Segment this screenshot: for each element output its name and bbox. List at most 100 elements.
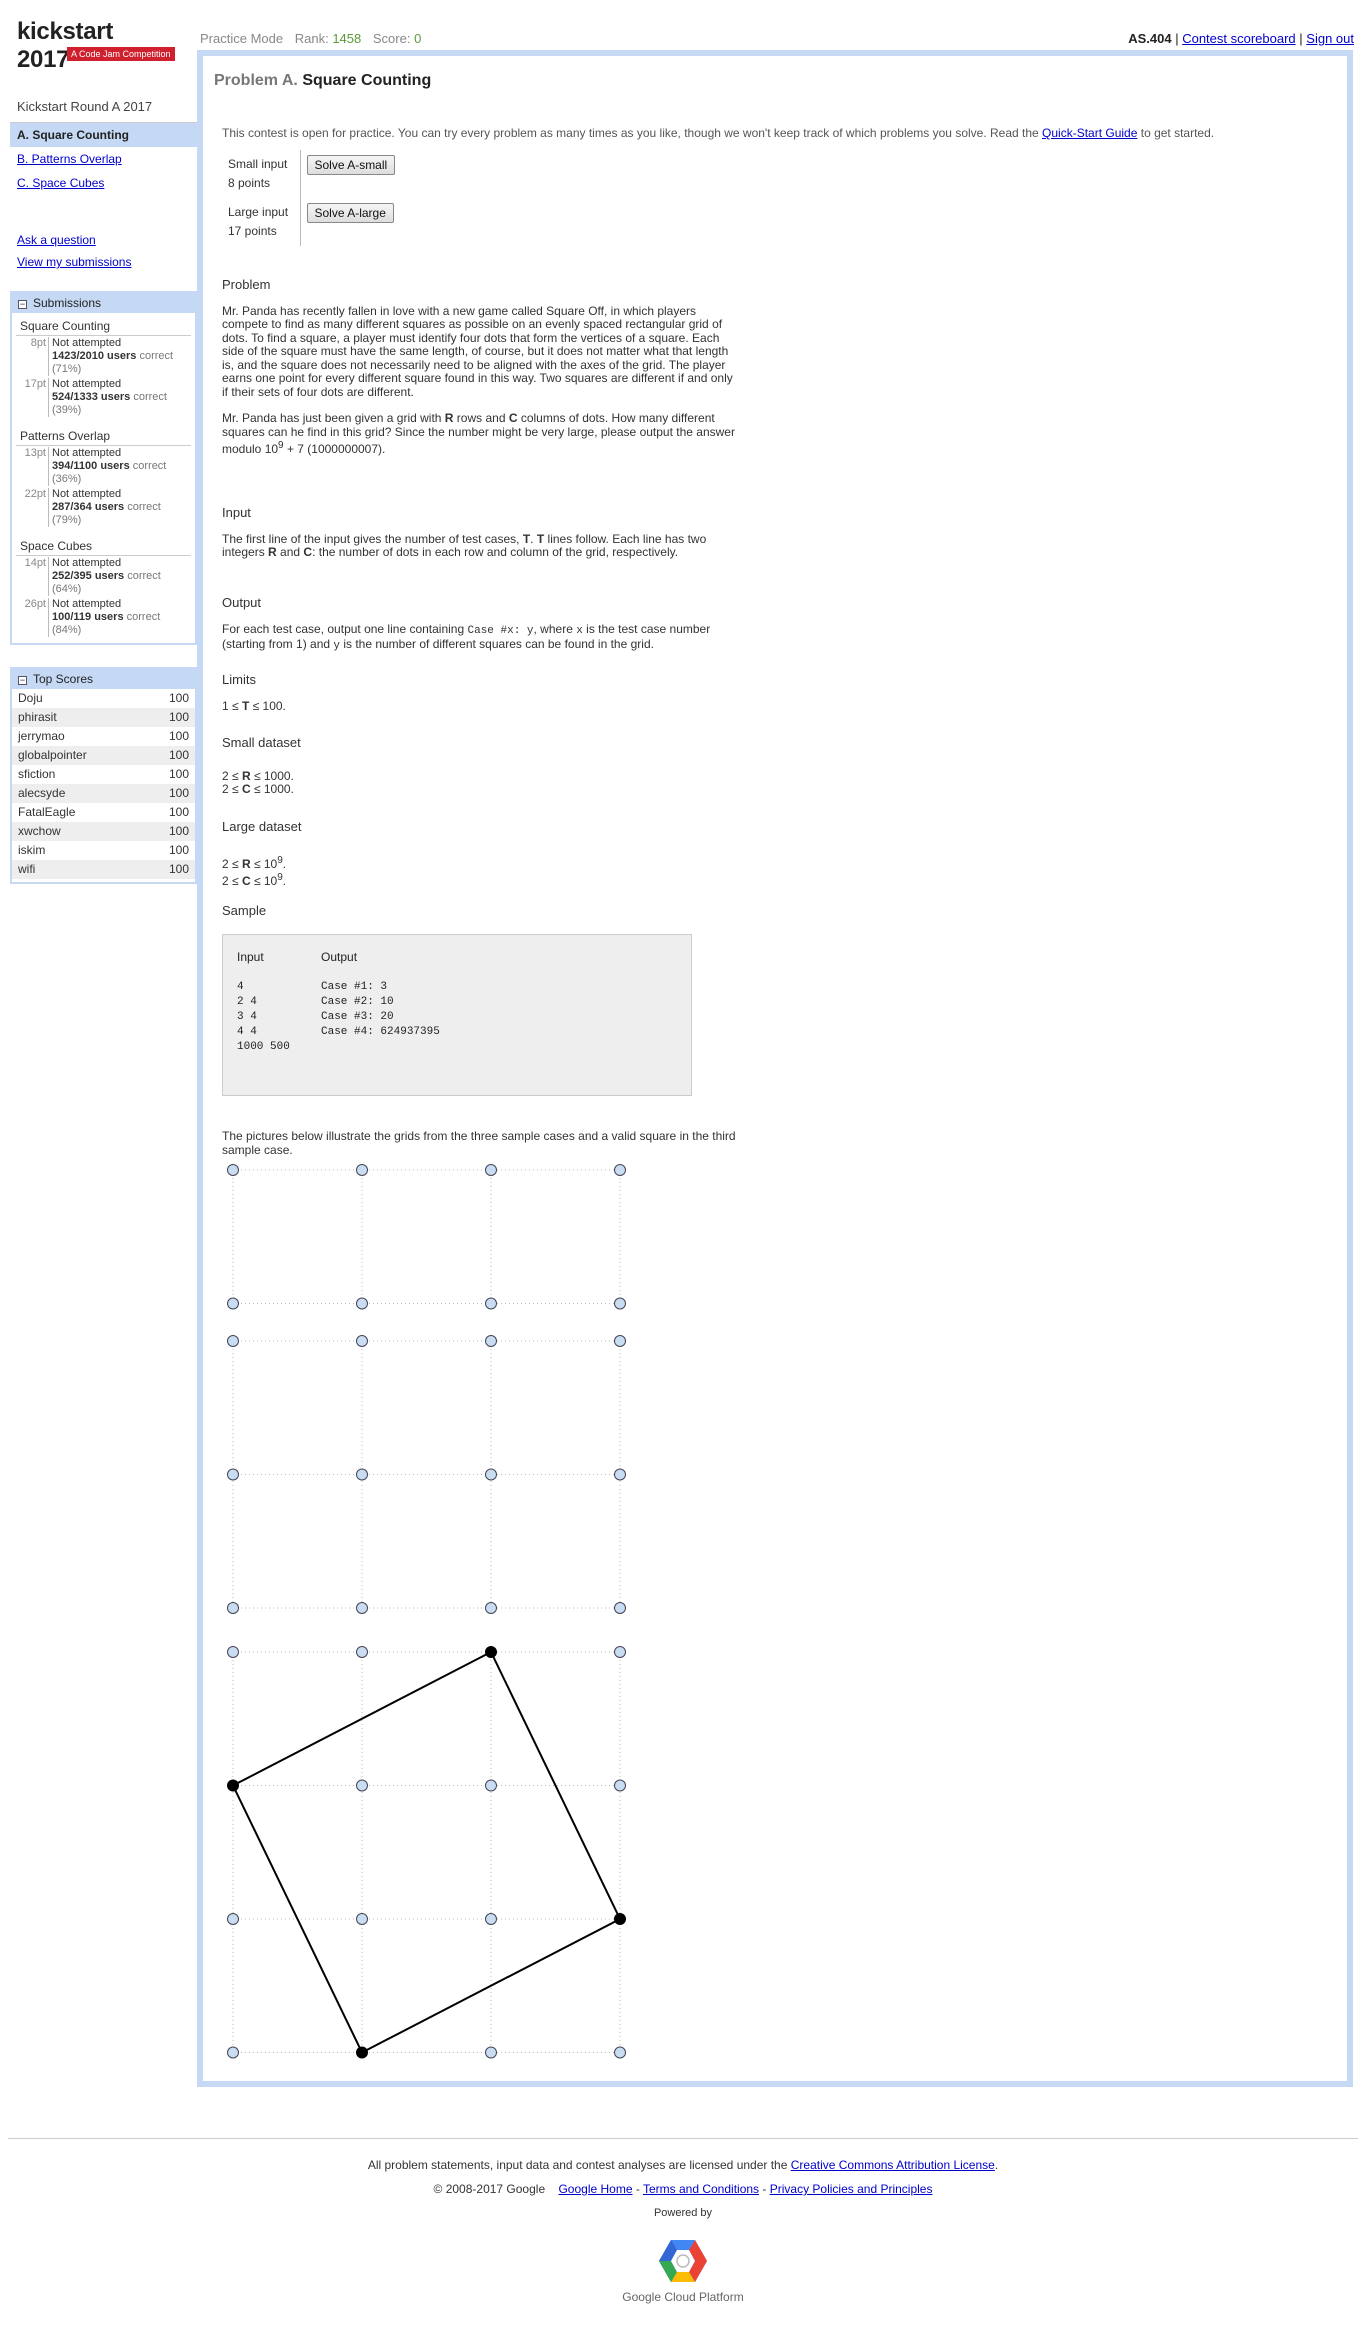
submission-points: 17pt (16, 378, 49, 417)
terms-link[interactable]: Terms and Conditions (643, 2182, 759, 2196)
sign-out-link[interactable]: Sign out (1306, 31, 1354, 46)
rank-value: 1458 (332, 31, 362, 46)
correct-label: correct (126, 611, 161, 623)
grid-dot (227, 1335, 239, 1347)
status-text: Not attempted (52, 447, 122, 459)
submission-row: 14pt Not attempted 252/395 users correct (6… (12, 556, 195, 597)
logo-subtitle: A Code Jam Competition (67, 47, 175, 61)
correct-count: 394/1100 users (52, 460, 130, 472)
square-vertex-dot (485, 1646, 497, 1658)
score-value: 0 (414, 31, 422, 46)
contestant-name: FatalEagle (18, 805, 76, 819)
correct-percent: (39%) (52, 404, 82, 416)
sample-grid (227, 1164, 626, 1310)
grid-dot (227, 1913, 239, 1925)
problem-link-c[interactable]: C. Space Cubes (10, 171, 197, 195)
view-submissions-link[interactable]: View my submissions (10, 251, 197, 273)
copyright-line: © 2008-2017 Google Google Home - Terms a… (0, 2182, 1366, 2196)
submissions-title: Submissions (33, 296, 102, 310)
top-score-row: globalpointer 100 (12, 746, 195, 765)
submission-row: 13pt Not attempted 394/1100 users correct (… (12, 446, 195, 487)
mode-label: Practice Mode (200, 31, 284, 46)
submission-problem-name: Square Counting (16, 313, 191, 336)
grid-dot (356, 1646, 368, 1658)
grid-dot (485, 1297, 497, 1310)
footer-dash: - (762, 2182, 767, 2196)
collapse-toggle-icon[interactable]: − (18, 676, 27, 685)
submission-problem-name: Space Cubes (16, 533, 191, 556)
contestant-name: phirasit (18, 710, 57, 724)
contestant-score: 100 (168, 691, 189, 705)
top-score-row: jerrymao 100 (12, 727, 195, 746)
footer-divider (8, 2138, 1358, 2139)
grid-dot (227, 1164, 239, 1176)
ask-question-link[interactable]: Ask a question (10, 229, 197, 251)
submission-points: 26pt (16, 598, 49, 637)
license-end: . (994, 2158, 999, 2172)
top-score-row: iskim 100 (12, 841, 195, 860)
grid-dot (227, 1602, 239, 1614)
contestant-score: 100 (168, 824, 189, 838)
correct-count: 287/364 users (52, 501, 125, 513)
contestant-score: 100 (168, 710, 189, 724)
kickstart-logo[interactable]: kickstart 2017 A Code Jam Competition (17, 18, 175, 73)
sample-grid (227, 1646, 626, 2059)
square-vertex-dot (614, 1913, 626, 1925)
correct-percent: (71%) (52, 363, 82, 375)
submission-row: 22pt Not attempted 287/364 users correct (7… (12, 487, 195, 528)
google-cloud-logo-icon (659, 2240, 707, 2282)
separator: | (1299, 31, 1303, 46)
problem-link-b[interactable]: B. Patterns Overlap (10, 147, 197, 171)
contestant-score: 100 (168, 843, 189, 857)
submission-points: 14pt (16, 557, 49, 596)
grid-dot (485, 1602, 497, 1614)
sample-grid-diagrams (227, 1164, 626, 2059)
submission-status: Not attempted 287/364 users correct (79%) (49, 488, 161, 527)
submission-problem-name: Patterns Overlap (16, 423, 191, 446)
cc-license-link[interactable]: Creative Commons Attribution License (791, 2158, 995, 2172)
grid-dot (614, 1602, 626, 1614)
contestant-score: 100 (168, 729, 189, 743)
footer-dash: - (635, 2182, 640, 2196)
problem-link-a[interactable]: A. Square Counting (10, 123, 197, 147)
license-line: All problem statements, input data and c… (0, 2158, 1366, 2172)
contestant-name: xwchow (18, 824, 61, 838)
submission-status: Not attempted 394/1100 users correct (36%) (49, 447, 166, 486)
correct-percent: (84%) (52, 624, 82, 636)
top-score-row: Doju 100 (12, 689, 195, 708)
correct-label: correct (127, 570, 161, 582)
submissions-list: Square Counting 8pt Not attempted 1423/2010… (12, 313, 195, 643)
username: AS.404 (1128, 31, 1172, 46)
correct-count: 1423/2010 users (52, 350, 137, 362)
grid-dot (485, 1335, 497, 1347)
logo-title: kickstart 2017 (17, 18, 114, 73)
grid-dot (356, 1913, 368, 1925)
correct-label: correct (139, 350, 174, 362)
user-bar: AS.404 | Contest scoreboard | Sign out (1128, 31, 1354, 46)
grid-dot (614, 1468, 626, 1481)
top-scores-list: Doju 100 phirasit 100 jerrymao 100 globalpoint… (12, 689, 195, 882)
submissions-header[interactable]: − Submissions (12, 293, 195, 313)
top-score-row: FatalEagle 100 (12, 803, 195, 822)
google-home-link[interactable]: Google Home (558, 2182, 632, 2196)
grid-dot (356, 1602, 368, 1614)
top-score-row: wifi 100 (12, 860, 195, 879)
correct-label: correct (133, 391, 167, 403)
contest-scoreboard-link[interactable]: Contest scoreboard (1182, 31, 1295, 46)
top-score-row: alecsyde 100 (12, 784, 195, 803)
privacy-link[interactable]: Privacy Policies and Principles (770, 2182, 933, 2196)
status-text: Not attempted (52, 337, 122, 349)
collapse-toggle-icon[interactable]: − (18, 300, 27, 309)
correct-count: 252/395 users (52, 570, 125, 582)
status-text: Not attempted (52, 598, 122, 610)
copyright: © 2008-2017 Google (433, 2182, 546, 2196)
grid-dot (227, 1646, 239, 1658)
status-text: Not attempted (52, 488, 122, 500)
top-score-row: sfiction 100 (12, 765, 195, 784)
contestant-name: Doju (18, 691, 43, 705)
correct-count: 524/1333 users (52, 391, 131, 403)
submission-row: 17pt Not attempted 524/1333 users correct (… (12, 377, 195, 418)
grid-dot (227, 1468, 239, 1481)
sample-grid (227, 1335, 626, 1614)
top-scores-header[interactable]: − Top Scores (12, 669, 195, 689)
